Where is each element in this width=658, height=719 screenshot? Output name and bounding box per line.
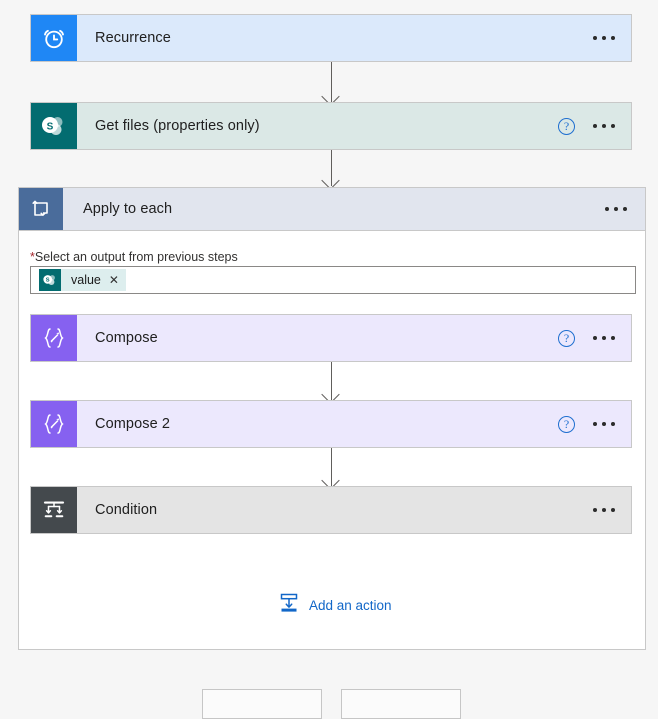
connector-arrow [331, 150, 332, 186]
help-icon[interactable]: ? [558, 330, 575, 347]
token-remove-icon[interactable]: ✕ [109, 274, 119, 286]
alarm-clock-icon [31, 15, 77, 61]
step-card-compose-2[interactable]: Compose 2 ? [30, 400, 632, 448]
card-actions: ? [558, 401, 631, 447]
step-card-recurrence[interactable]: Recurrence [30, 14, 632, 62]
step-card-compose[interactable]: Compose ? [30, 314, 632, 362]
add-an-action-label: Add an action [309, 598, 392, 613]
help-icon[interactable]: ? [558, 416, 575, 433]
scope-header-apply-to-each[interactable]: Apply to each [18, 187, 646, 231]
help-icon[interactable]: ? [558, 118, 575, 135]
connector-arrow [331, 362, 332, 400]
connector-arrow [331, 62, 332, 102]
compose-braces-icon [31, 401, 77, 447]
card-actions: ? [558, 315, 631, 361]
sharepoint-icon: S [31, 103, 77, 149]
step-title: Compose [77, 315, 558, 361]
svg-text:S: S [47, 122, 54, 133]
connector-arrow [331, 448, 332, 486]
card-actions [603, 188, 645, 230]
step-card-get-files[interactable]: S Get files (properties only) ? [30, 102, 632, 150]
card-actions [591, 15, 631, 61]
ellipsis-icon[interactable] [591, 332, 617, 344]
compose-braces-icon [31, 315, 77, 361]
output-token-input[interactable]: S value ✕ [30, 266, 636, 294]
ellipsis-icon[interactable] [603, 203, 629, 215]
add-action-icon [278, 592, 300, 619]
footer-button-left[interactable] [202, 689, 322, 719]
svg-text:S: S [46, 278, 50, 284]
step-title: Get files (properties only) [77, 103, 558, 149]
step-title: Compose 2 [77, 401, 558, 447]
sharepoint-icon: S [39, 269, 61, 291]
step-title: Condition [77, 487, 591, 533]
footer-button-right[interactable] [341, 689, 461, 719]
ellipsis-icon[interactable] [591, 418, 617, 430]
ellipsis-icon[interactable] [591, 504, 617, 516]
add-an-action-button[interactable]: Add an action [278, 592, 392, 619]
output-field-label-text: Select an output from previous steps [35, 250, 238, 264]
token-chip-value[interactable]: S value ✕ [39, 269, 126, 291]
output-field-label: *Select an output from previous steps [30, 250, 238, 264]
loop-repeat-icon [19, 188, 63, 230]
condition-branch-icon [31, 487, 77, 533]
card-actions: ? [558, 103, 631, 149]
token-label: value [61, 273, 109, 287]
ellipsis-icon[interactable] [591, 120, 617, 132]
ellipsis-icon[interactable] [591, 32, 617, 44]
step-card-condition[interactable]: Condition [30, 486, 632, 534]
scope-title: Apply to each [63, 188, 603, 230]
step-title: Recurrence [77, 15, 591, 61]
card-actions [591, 487, 631, 533]
